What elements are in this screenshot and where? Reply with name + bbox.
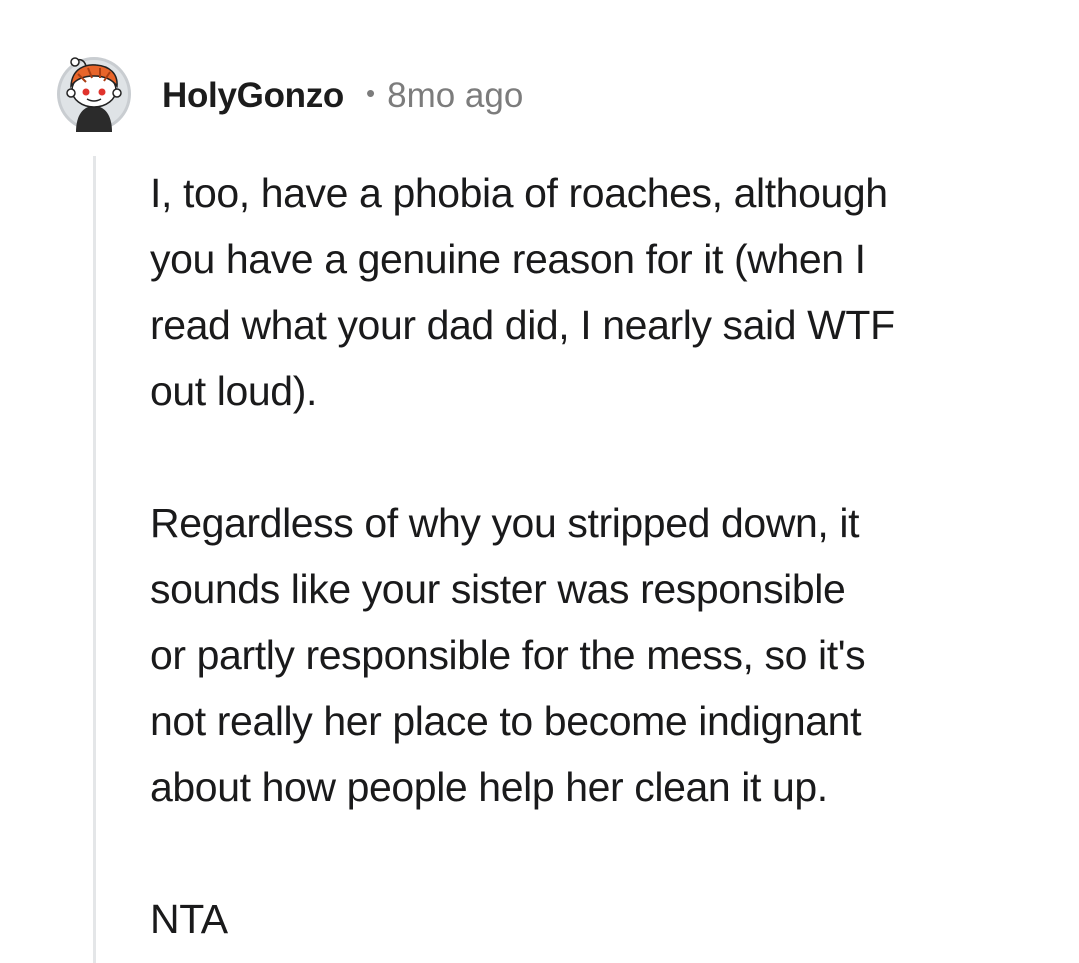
reddit-snoo-avatar-icon	[57, 57, 131, 132]
comment-text-line: out loud).	[150, 368, 317, 414]
thread-collapse-line[interactable]	[93, 156, 96, 963]
comment-text-line: or partly responsible for the mess, so i…	[150, 632, 866, 678]
comment-paragraph: I, too, have a phobia of roaches, althou…	[150, 160, 1050, 424]
comment-text-line: not really her place to become indignant	[150, 698, 862, 744]
comment-timestamp[interactable]: 8mo ago	[387, 76, 523, 116]
avatar[interactable]	[56, 56, 132, 132]
comment-text-line: about how people help her clean it up.	[150, 764, 828, 810]
comment-text-line: sounds like your sister was responsible	[150, 566, 846, 612]
comment-card: HolyGonzo • 8mo ago I, too, have a phobi…	[0, 0, 1079, 963]
comment-header: HolyGonzo • 8mo ago	[162, 72, 523, 120]
comment-verdict: NTA	[150, 896, 228, 942]
comment-paragraph: Regardless of why you stripped down, it …	[150, 490, 1050, 820]
comment-text-line: I, too, have a phobia of roaches, althou…	[150, 170, 888, 216]
comment-paragraph: NTA	[150, 886, 1050, 952]
comment-body: I, too, have a phobia of roaches, althou…	[150, 160, 1050, 952]
meta-separator: •	[366, 77, 376, 108]
comment-text-line: read what your dad did, I nearly said WT…	[150, 302, 895, 348]
comment-text-line: Regardless of why you stripped down, it	[150, 500, 860, 546]
username-link[interactable]: HolyGonzo	[162, 76, 344, 116]
comment-text-line: you have a genuine reason for it (when I	[150, 236, 866, 282]
